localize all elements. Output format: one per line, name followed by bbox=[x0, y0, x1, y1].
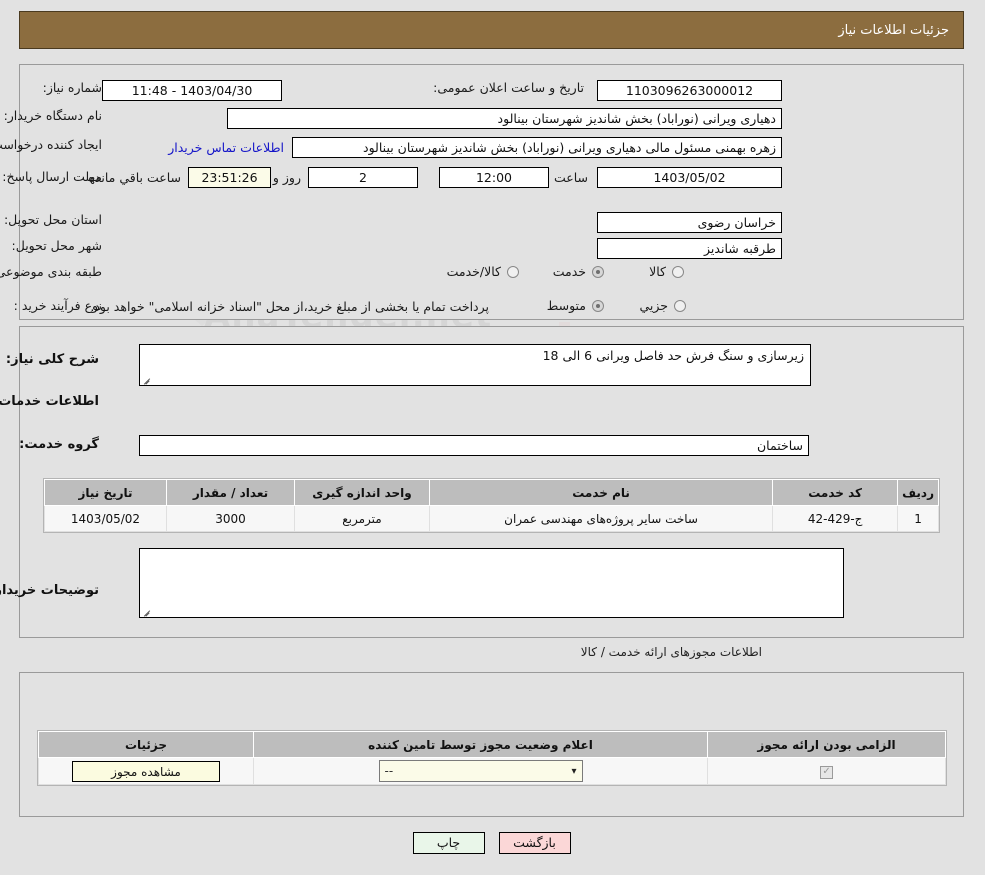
category-option-kala-khedmat[interactable]: کالا/خدمت bbox=[448, 264, 520, 279]
province-field[interactable]: خراسان رضوی bbox=[598, 212, 783, 233]
announce-datetime-label: تاریخ و ساعت اعلان عمومی: bbox=[434, 80, 585, 95]
need-number-field[interactable]: 1103096263000012 bbox=[598, 80, 783, 101]
general-desc-textarea[interactable]: زیرسازی و سنگ فرش حد فاصل ویرانی 6 الی 1… bbox=[140, 344, 812, 386]
resize-grip-icon-notes[interactable] bbox=[143, 607, 152, 616]
back-button[interactable]: بازگشت bbox=[499, 832, 572, 854]
creator-row: ایجاد کننده درخواست: bbox=[0, 137, 103, 152]
radio-jozii-icon[interactable] bbox=[675, 299, 687, 312]
creator-field[interactable]: زهره بهمنی مسئول مالی دهیاری ویرانی (نور… bbox=[293, 137, 783, 158]
province-label: استان محل تحویل: bbox=[4, 212, 103, 227]
category-option-label-kala-khedmat: کالا/خدمت bbox=[447, 264, 502, 279]
payment-note: پرداخت تمام یا بخشی از مبلغ خرید،از محل … bbox=[91, 299, 490, 314]
col-need-date: تاریخ نیاز bbox=[45, 479, 168, 506]
cell-quantity: 3000 bbox=[167, 505, 296, 532]
process-option-label-motavaset: متوسط bbox=[547, 298, 587, 313]
services-heading: اطلاعات خدمات مورد نیاز bbox=[0, 394, 100, 409]
process-row: نوع فرآیند خرید : bbox=[15, 298, 103, 313]
table-row[interactable]: 1 ج-429-42 ساخت سایر پروژه‌های مهندسی عم… bbox=[45, 505, 940, 532]
cell-need-date: 1403/05/02 bbox=[45, 505, 168, 532]
service-group-field[interactable]: ساختمان bbox=[140, 435, 810, 456]
process-option-label-jozii: جزیي bbox=[640, 298, 669, 313]
permits-table-header-row: الزامی بودن ارائه مجوز اعلام وضعیت مجوز … bbox=[39, 731, 947, 758]
col-unit: واحد اندازه گیری bbox=[295, 479, 431, 506]
view-permit-button[interactable]: مشاهده مجوز bbox=[73, 760, 221, 782]
deadline-time-label: ساعت bbox=[554, 170, 589, 185]
buyer-contact-link[interactable]: اطلاعات تماس خریدار bbox=[169, 140, 285, 155]
countdown-field: 23:51:26 bbox=[189, 167, 272, 188]
process-option-jozii[interactable]: جزیي bbox=[640, 298, 687, 313]
cell-permit-required: ✓ bbox=[708, 757, 947, 785]
col-service-name: نام خدمت bbox=[429, 479, 775, 506]
announce-datetime-row: تاریخ و ساعت اعلان عمومی: bbox=[434, 80, 585, 95]
buyer-org-field[interactable]: دهیاری ویرانی (نوراباد) بخش شاندیز شهرست… bbox=[228, 108, 783, 129]
cell-service-code: ج-429-42 bbox=[773, 505, 900, 532]
creator-label: ایجاد کننده درخواست: bbox=[0, 137, 103, 152]
countdown-label: ساعت باقي مانده bbox=[89, 170, 182, 185]
service-group-label: گروه خدمت: bbox=[20, 437, 100, 452]
category-row: طبقه بندی موضوعی: bbox=[0, 264, 103, 279]
city-row: شهر محل تحویل: bbox=[13, 238, 103, 253]
resize-grip-icon[interactable] bbox=[143, 375, 152, 384]
table-row[interactable]: ✓ ▾ -- مشاهده مجوز bbox=[39, 757, 947, 785]
services-table: ردیف کد خدمت نام خدمت واحد اندازه گیری ت… bbox=[44, 478, 941, 533]
remaining-days-label: روز و bbox=[273, 170, 302, 185]
permits-table: الزامی بودن ارائه مجوز اعلام وضعیت مجوز … bbox=[38, 730, 948, 786]
cell-permit-details: مشاهده مجوز bbox=[39, 757, 255, 785]
deadline-date-field[interactable]: 1403/05/02 bbox=[598, 167, 783, 188]
services-table-header-row: ردیف کد خدمت نام خدمت واحد اندازه گیری ت… bbox=[45, 479, 940, 506]
process-option-motavaset[interactable]: متوسط bbox=[548, 298, 605, 313]
cell-row-no: 1 bbox=[898, 505, 940, 532]
radio-kala-icon[interactable] bbox=[673, 265, 685, 278]
category-option-khedmat[interactable]: خدمت bbox=[554, 264, 605, 279]
deadline-label: مهلت ارسال پاسخ: تا تاریخ: bbox=[0, 169, 103, 184]
page-root: AnaTender.net جزئیات اطلاعات نیاز شماره … bbox=[0, 0, 985, 875]
remaining-days-field[interactable]: 2 bbox=[309, 167, 419, 188]
category-option-kala[interactable]: کالا bbox=[650, 264, 685, 279]
category-option-label-kala: کالا bbox=[650, 264, 667, 279]
permit-status-value: -- bbox=[385, 764, 395, 778]
category-option-label-khedmat: خدمت bbox=[553, 264, 587, 279]
col-quantity: تعداد / مقدار bbox=[167, 479, 296, 506]
cell-permit-status: ▾ -- bbox=[254, 757, 709, 785]
permits-heading: اطلاعات مجوزهای ارائه خدمت / کالا bbox=[581, 645, 763, 659]
radio-khedmat-icon[interactable] bbox=[593, 265, 605, 278]
need-number-row: شماره نیاز: bbox=[44, 80, 103, 95]
need-info-panel bbox=[20, 64, 965, 320]
permit-status-select[interactable]: ▾ -- bbox=[379, 760, 584, 782]
col-permit-details: جزئیات bbox=[39, 731, 255, 758]
process-label: نوع فرآیند خرید : bbox=[14, 298, 103, 313]
radio-motavaset-icon[interactable] bbox=[593, 299, 605, 312]
city-field[interactable]: طرقبه شاندیز bbox=[598, 238, 783, 259]
col-row-no: ردیف bbox=[898, 479, 940, 506]
cell-service-name: ساخت سایر پروژه‌های مهندسی عمران bbox=[429, 505, 775, 532]
col-service-code: کد خدمت bbox=[773, 479, 900, 506]
buyer-notes-textarea[interactable] bbox=[140, 548, 845, 618]
permit-required-checkbox-icon: ✓ bbox=[821, 765, 834, 779]
buyer-org-row: نام دستگاه خریدار: bbox=[5, 108, 103, 123]
general-desc-value: زیرسازی و سنگ فرش حد فاصل ویرانی 6 الی 1… bbox=[543, 348, 805, 363]
general-desc-label: شرح کلی نیاز: bbox=[6, 352, 100, 367]
province-row: استان محل تحویل: bbox=[5, 212, 103, 227]
deadline-time-field[interactable]: 12:00 bbox=[440, 167, 550, 188]
category-label: طبقه بندی موضوعی: bbox=[0, 264, 103, 279]
window-title-bar: جزئیات اطلاعات نیاز bbox=[20, 11, 965, 49]
print-button[interactable]: چاپ bbox=[413, 832, 486, 854]
buyer-notes-label: توضیحات خریدار: bbox=[0, 583, 100, 598]
cell-unit: مترمربع bbox=[295, 505, 431, 532]
footer-buttons: بازگشت چاپ bbox=[0, 832, 985, 854]
chevron-down-icon: ▾ bbox=[572, 765, 578, 777]
announce-datetime-field[interactable]: 1403/04/30 - 11:48 bbox=[103, 80, 283, 101]
need-number-label: شماره نیاز: bbox=[43, 80, 103, 95]
buyer-org-label: نام دستگاه خریدار: bbox=[4, 108, 103, 123]
col-permit-required: الزامی بودن ارائه مجوز bbox=[708, 731, 947, 758]
page-title: جزئیات اطلاعات نیاز bbox=[839, 22, 950, 38]
col-permit-status: اعلام وضعیت مجوز توسط تامین کننده bbox=[254, 731, 709, 758]
city-label: شهر محل تحویل: bbox=[12, 238, 103, 253]
radio-kala-khedmat-icon[interactable] bbox=[508, 265, 520, 278]
